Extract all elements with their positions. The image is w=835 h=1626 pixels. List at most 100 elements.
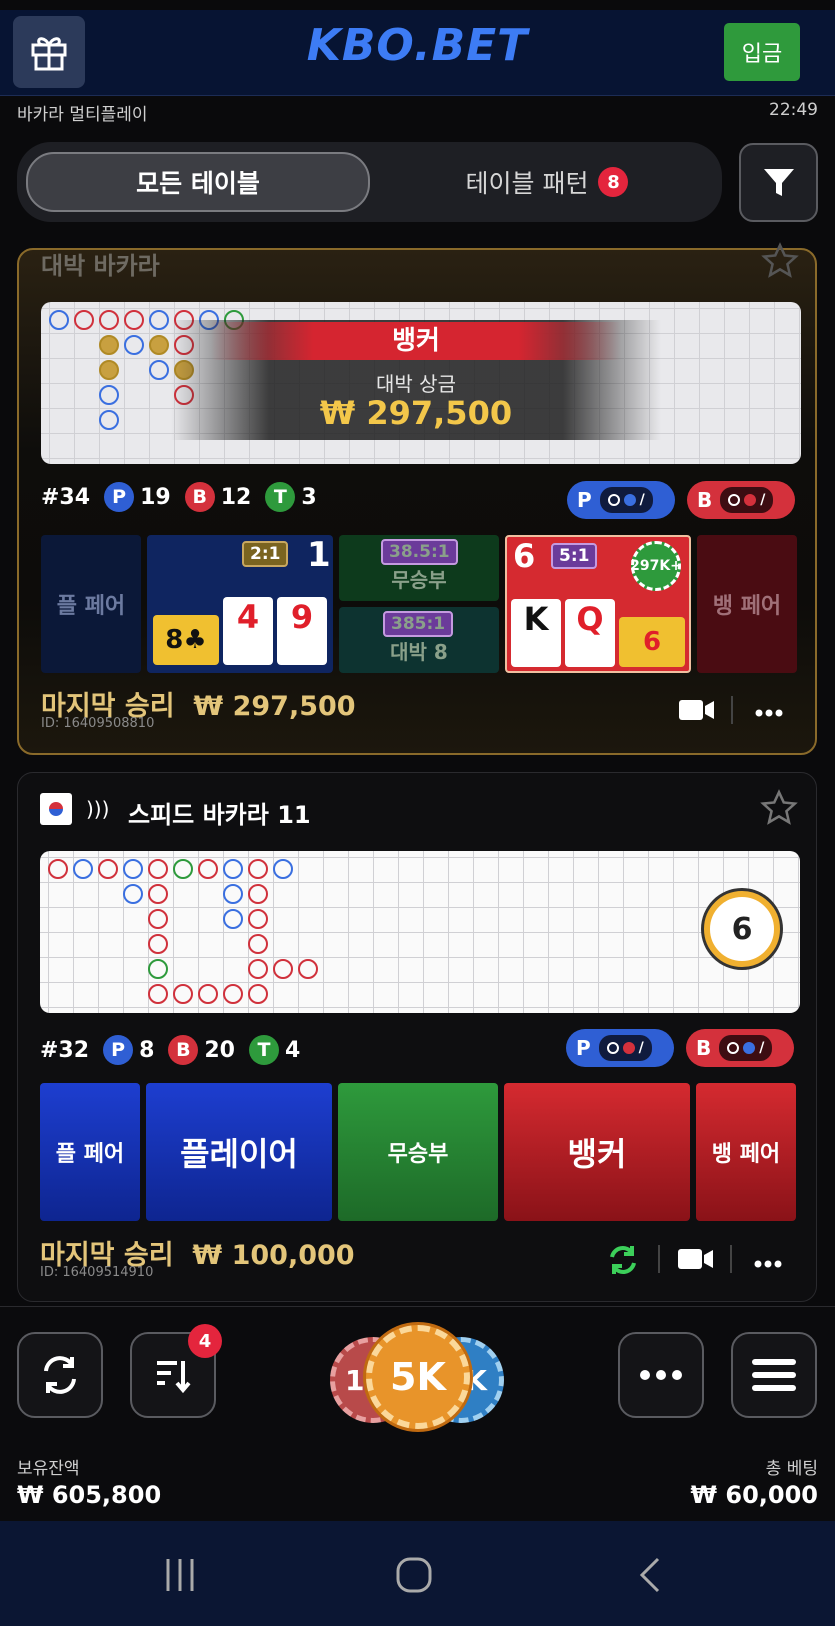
road-bead: [149, 335, 169, 355]
balance-amount: ₩ 605,800: [17, 1481, 162, 1509]
video-camera-icon[interactable]: [679, 698, 715, 726]
player-pair-bet[interactable]: 플 페어: [40, 1083, 140, 1221]
ask-pattern: /: [719, 1035, 773, 1061]
pattern-count-badge: 8: [598, 167, 629, 197]
winner-banner: 뱅커: [211, 322, 621, 360]
filter-icon: [763, 168, 794, 196]
player-bet[interactable]: 2:1 1 8♣ 4 9: [147, 535, 333, 673]
road-bead: [148, 934, 168, 954]
tie-bet[interactable]: 무승부: [338, 1083, 498, 1221]
deposit-button[interactable]: 입금: [724, 23, 800, 81]
repeat-bet-icon[interactable]: [606, 1243, 640, 1281]
brand-logo: KBO.BET: [306, 20, 529, 71]
favorite-star-icon[interactable]: [760, 789, 798, 831]
ask-label: B: [696, 1036, 712, 1060]
more-icon[interactable]: [755, 702, 783, 721]
round-number: #34: [41, 484, 91, 510]
road-bead: [124, 310, 144, 330]
favorite-star-icon[interactable]: [761, 242, 799, 284]
page-subtitle: 바카라 멀티플레이: [17, 105, 148, 125]
last-win-amount: ₩ 100,000: [192, 1240, 355, 1271]
player-count: 8: [139, 1037, 155, 1063]
road-bead: [124, 335, 144, 355]
prize-label: 대박 상금: [376, 372, 456, 396]
player-bet[interactable]: 플레이어: [146, 1083, 332, 1221]
korea-flag-icon: [40, 793, 72, 825]
road-bead: [223, 909, 243, 929]
road-bead: [298, 959, 318, 979]
banker-ask-button[interactable]: B /: [687, 481, 795, 519]
road-bead: [99, 310, 119, 330]
recent-apps-icon[interactable]: [162, 1557, 198, 1597]
more-icon[interactable]: [754, 1253, 782, 1272]
menu-button[interactable]: [731, 1332, 817, 1418]
player-card-1: 4: [223, 597, 273, 665]
tie-count: 4: [285, 1037, 301, 1063]
round-stats: #32 P8 B 20 T4: [40, 1035, 300, 1065]
road-bead: [99, 385, 119, 405]
prize-amount: ₩ 297,500: [319, 394, 513, 432]
player-score: 1: [307, 535, 331, 575]
road-bead: [273, 859, 293, 879]
player-pair-bet[interactable]: 플 페어: [41, 535, 141, 673]
banker-bet[interactable]: 뱅커: [504, 1083, 690, 1221]
round-id: ID: 16409508810: [41, 716, 155, 731]
road-bead: [148, 909, 168, 929]
more-options-button[interactable]: [618, 1332, 704, 1418]
road-bead: [223, 859, 243, 879]
total-bet-label: 총 베팅: [765, 1459, 818, 1479]
banker-count: 12: [220, 484, 252, 510]
banker-pair-bet[interactable]: 뱅 페어: [696, 1083, 796, 1221]
switch-table-button[interactable]: [17, 1332, 103, 1418]
jackpot-label: 대박 8: [390, 639, 448, 664]
road-bead: [99, 360, 119, 380]
banker-card-2: Q: [565, 599, 615, 667]
bet-chip: 297K+: [630, 541, 682, 591]
clock: 22:49: [769, 100, 818, 120]
back-icon[interactable]: [636, 1557, 664, 1597]
jackpot-8-bet[interactable]: 대박 8 385:1: [339, 607, 499, 673]
total-bet-amount: ₩ 60,000: [690, 1481, 818, 1509]
road-bead: [173, 984, 193, 1004]
road-bead: [149, 310, 169, 330]
top-bar: KBO.BET 입금: [0, 10, 835, 96]
swap-icon: [44, 1356, 76, 1394]
tie-bet[interactable]: 무승부 38.5:1: [339, 535, 499, 601]
table-name: 대박 바카라: [41, 252, 160, 280]
countdown-timer: 6: [704, 891, 780, 967]
ask-pattern: /: [720, 487, 774, 513]
tab-table-pattern[interactable]: 테이블 패턴 8: [397, 152, 697, 212]
road-bead: [99, 335, 119, 355]
player-ask-button[interactable]: P /: [566, 1029, 674, 1067]
tie-pill: T: [249, 1035, 279, 1065]
road-bead: [149, 360, 169, 380]
banker-pair-bet[interactable]: 뱅 페어: [697, 535, 797, 673]
banker-card-1: K: [511, 599, 561, 667]
system-nav-bar: [0, 1521, 835, 1626]
sort-badge: 4: [188, 1324, 222, 1358]
player-ask-button[interactable]: P /: [567, 481, 675, 519]
chip-selected[interactable]: 5K: [366, 1325, 470, 1429]
more-icon: [640, 1370, 682, 1380]
table-card-jackpot-baccarat[interactable]: 대박 바카라 뱅커 대박 상금 ₩ 297,500 #34 P 19 B 12 T3: [17, 242, 817, 755]
player-pill: P: [104, 482, 135, 512]
banker-score: 6: [513, 537, 536, 575]
balance-label: 보유잔액: [17, 1459, 80, 1479]
filter-button[interactable]: [739, 143, 818, 222]
banker-ask-button[interactable]: B /: [686, 1029, 794, 1067]
table-card-speed-baccarat-11[interactable]: ))) 스피드 바카라 11 6 #32 P8 B 20 T 4 P / B /…: [17, 772, 817, 1302]
road-bead: [98, 859, 118, 879]
winner-overlay: 뱅커 대박 상금 ₩ 297,500: [171, 320, 661, 440]
road-bead: [198, 984, 218, 1004]
banker-pill: B: [184, 482, 215, 512]
banker-card-3: 6: [619, 617, 685, 667]
sort-button[interactable]: 4: [130, 1324, 222, 1418]
home-icon[interactable]: [396, 1557, 432, 1597]
road-bead: [248, 984, 268, 1004]
player-ratio: 2:1: [242, 541, 289, 567]
video-camera-icon[interactable]: [678, 1247, 714, 1275]
round-id: ID: 16409514910: [40, 1265, 154, 1280]
banker-bet[interactable]: 6 5:1 297K+ K Q 6: [505, 535, 691, 673]
road-bead: [273, 959, 293, 979]
tab-all-tables[interactable]: 모든 테이블: [26, 152, 370, 212]
